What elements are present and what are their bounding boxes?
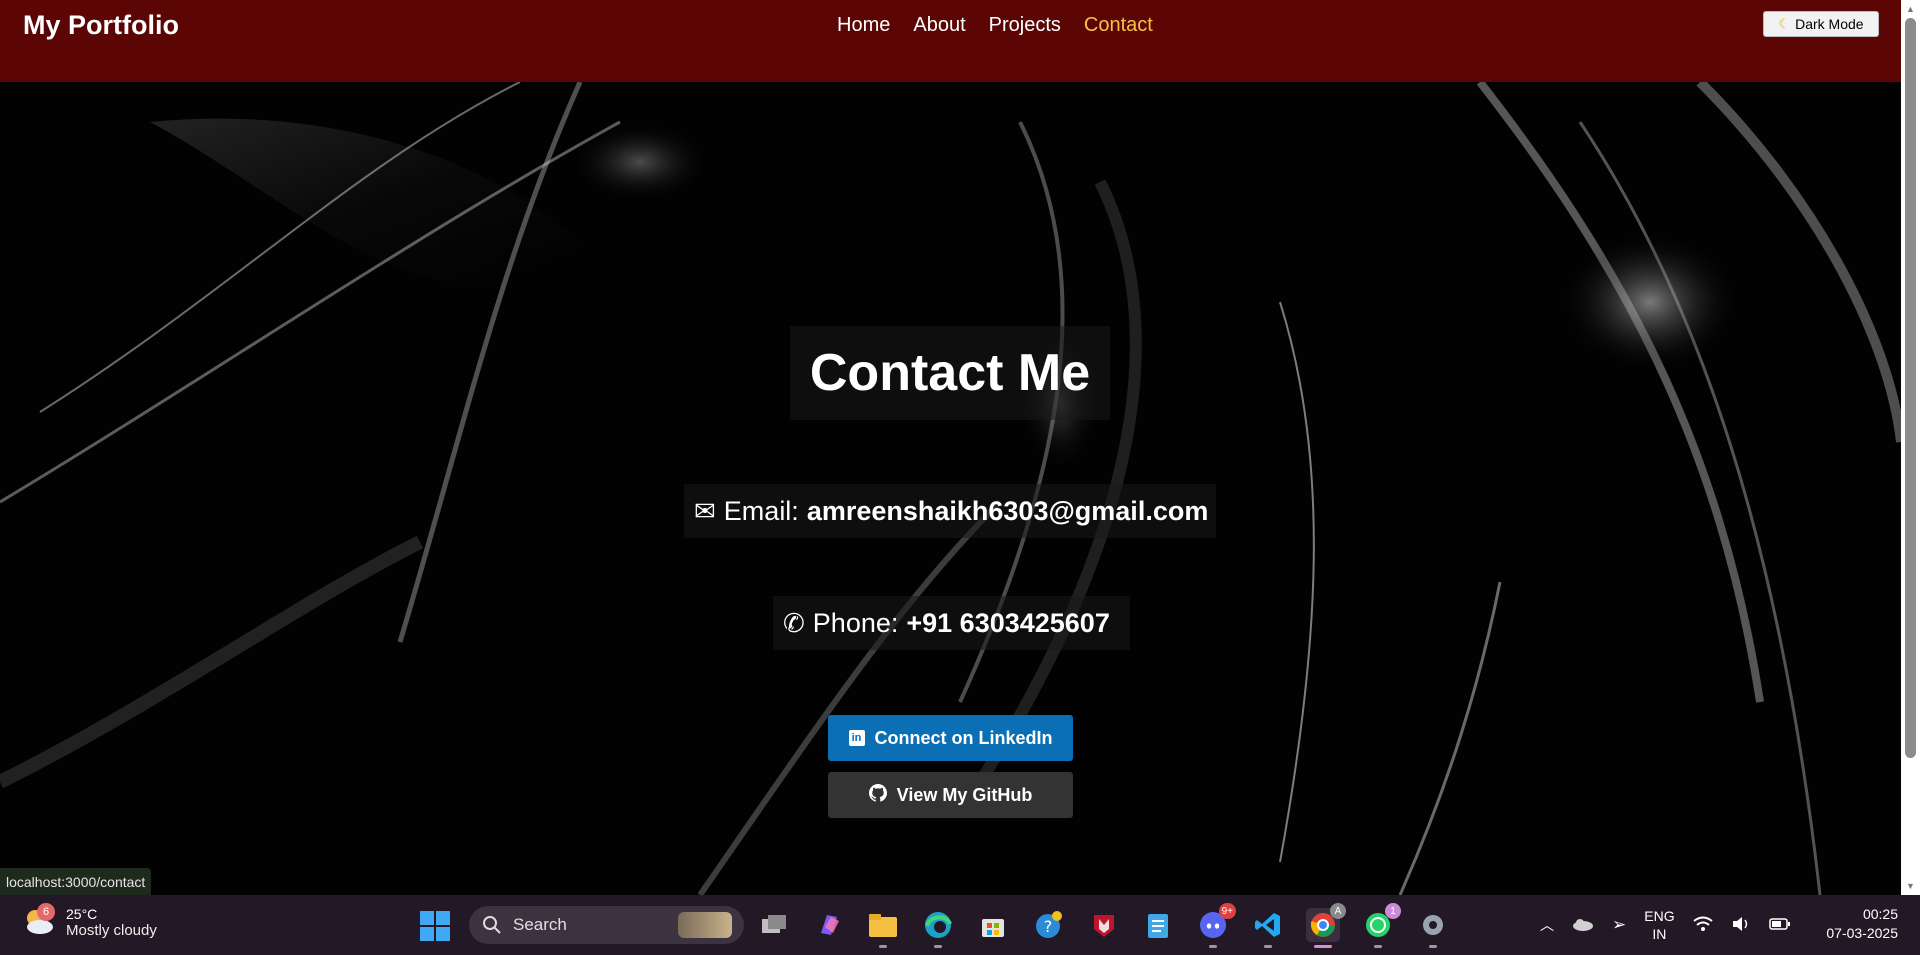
scroll-up-arrow-icon[interactable]: ▲: [1906, 4, 1915, 14]
notepad-icon[interactable]: [1141, 908, 1175, 942]
linkedin-button[interactable]: in Connect on LinkedIn: [828, 715, 1073, 761]
taskbar-clock[interactable]: 00:25 07-03-2025: [1818, 905, 1898, 943]
phone-value[interactable]: +91 6303425607: [906, 608, 1109, 639]
active-indicator: [1314, 945, 1332, 948]
search-placeholder: Search: [513, 915, 567, 934]
volume-icon[interactable]: [1731, 916, 1751, 935]
dark-mode-label: Dark Mode: [1795, 16, 1864, 32]
clock-time: 00:25: [1862, 906, 1898, 922]
chrome-icon[interactable]: A: [1306, 903, 1346, 948]
search-highlight-icon: [678, 912, 732, 938]
site-brand[interactable]: My Portfolio: [23, 10, 179, 41]
location-arrow-icon[interactable]: ➢: [1612, 915, 1626, 935]
search-icon: [483, 916, 501, 934]
language-indicator[interactable]: ENG IN: [1644, 907, 1674, 943]
system-tray: ︿ ➢ ENG IN: [1540, 895, 1791, 955]
browser-viewport: My Portfolio Home About Projects Contact…: [0, 0, 1901, 895]
contact-title: Contact Me: [790, 326, 1110, 420]
language-line1: ENG: [1644, 908, 1675, 924]
wifi-icon[interactable]: [1692, 916, 1713, 935]
show-hidden-icons-chevron-icon[interactable]: ︿: [1540, 915, 1554, 935]
nav-about-link[interactable]: About: [913, 14, 965, 37]
microsoft-store-icon[interactable]: [976, 908, 1010, 942]
battery-icon[interactable]: [1768, 917, 1791, 934]
onedrive-cloud-icon[interactable]: [1572, 917, 1594, 934]
discord-notification-badge: 9+: [1218, 903, 1236, 919]
get-help-icon[interactable]: ?: [1031, 908, 1065, 942]
email-row: ✉ Email: amreenshaikh6303@gmail.com: [684, 484, 1216, 538]
envelope-icon: ✉: [694, 495, 716, 526]
chrome-profile-badge: A: [1330, 903, 1346, 919]
phone-row: ✆ Phone: +91 6303425607: [773, 596, 1130, 650]
cloudy-weather-icon: 6: [22, 903, 56, 939]
scrollbar-thumb[interactable]: [1905, 18, 1916, 758]
nav-projects-link[interactable]: Projects: [989, 14, 1061, 37]
contact-content: Contact Me ✉ Email: amreenshaikh6303@gma…: [0, 82, 1901, 895]
file-explorer-icon[interactable]: [866, 908, 900, 948]
temperature: 25°C: [66, 905, 98, 922]
weather-badge: 6: [37, 903, 55, 921]
settings-gear-icon[interactable]: [1416, 908, 1450, 948]
contact-hero-section: Contact Me ✉ Email: amreenshaikh6303@gma…: [0, 82, 1901, 895]
dark-mode-toggle-button[interactable]: ☾ Dark Mode: [1763, 11, 1879, 37]
language-line2: IN: [1652, 926, 1667, 942]
windows-start-icon[interactable]: [420, 911, 450, 946]
running-indicator: [879, 945, 887, 948]
discord-icon[interactable]: 9+: [1196, 903, 1236, 948]
github-button[interactable]: View My GitHub: [828, 772, 1073, 818]
mcafee-icon[interactable]: [1087, 908, 1121, 942]
github-icon: [868, 783, 887, 807]
nav-contact-link[interactable]: Contact: [1084, 14, 1153, 37]
copilot-icon[interactable]: [812, 908, 846, 942]
edge-browser-icon[interactable]: [921, 908, 955, 948]
nav-home-link[interactable]: Home: [837, 14, 890, 37]
page-scrollbar[interactable]: ▲ ▼: [1901, 0, 1920, 895]
linkedin-icon: in: [848, 730, 865, 746]
running-indicator: [1429, 945, 1437, 948]
linkedin-button-label: Connect on LinkedIn: [874, 727, 1053, 748]
whatsapp-icon[interactable]: 1: [1361, 903, 1401, 948]
phone-label: Phone:: [812, 607, 899, 638]
vscode-icon[interactable]: [1251, 908, 1285, 948]
running-indicator: [1374, 945, 1382, 948]
weather-widget[interactable]: 6 25°C Mostly cloudy: [22, 903, 157, 939]
svg-text:?: ?: [1044, 917, 1053, 936]
running-indicator: [1209, 945, 1217, 948]
clock-date: 07-03-2025: [1826, 925, 1898, 941]
status-bar-url: localhost:3000/contact: [0, 868, 152, 895]
windows-taskbar: 6 25°C Mostly cloudy Search ? 9+ A 1 ︿ ➢…: [0, 895, 1920, 955]
taskbar-search-box[interactable]: Search: [469, 906, 744, 944]
navbar: My Portfolio Home About Projects Contact…: [0, 0, 1901, 82]
scroll-down-arrow-icon[interactable]: ▼: [1906, 881, 1915, 891]
whatsapp-notification-badge: 1: [1385, 903, 1401, 919]
running-indicator: [1264, 945, 1272, 948]
github-button-label: View My GitHub: [896, 784, 1033, 805]
phone-icon: ✆: [783, 607, 805, 638]
email-label: Email:: [723, 495, 799, 526]
weather-condition: Mostly cloudy: [66, 921, 157, 939]
email-value[interactable]: amreenshaikh6303@gmail.com: [807, 496, 1209, 527]
running-indicator: [934, 945, 942, 948]
moon-icon: ☾: [1778, 16, 1791, 31]
nav-links: Home About Projects Contact: [837, 14, 1153, 37]
task-view-icon[interactable]: [757, 908, 791, 942]
